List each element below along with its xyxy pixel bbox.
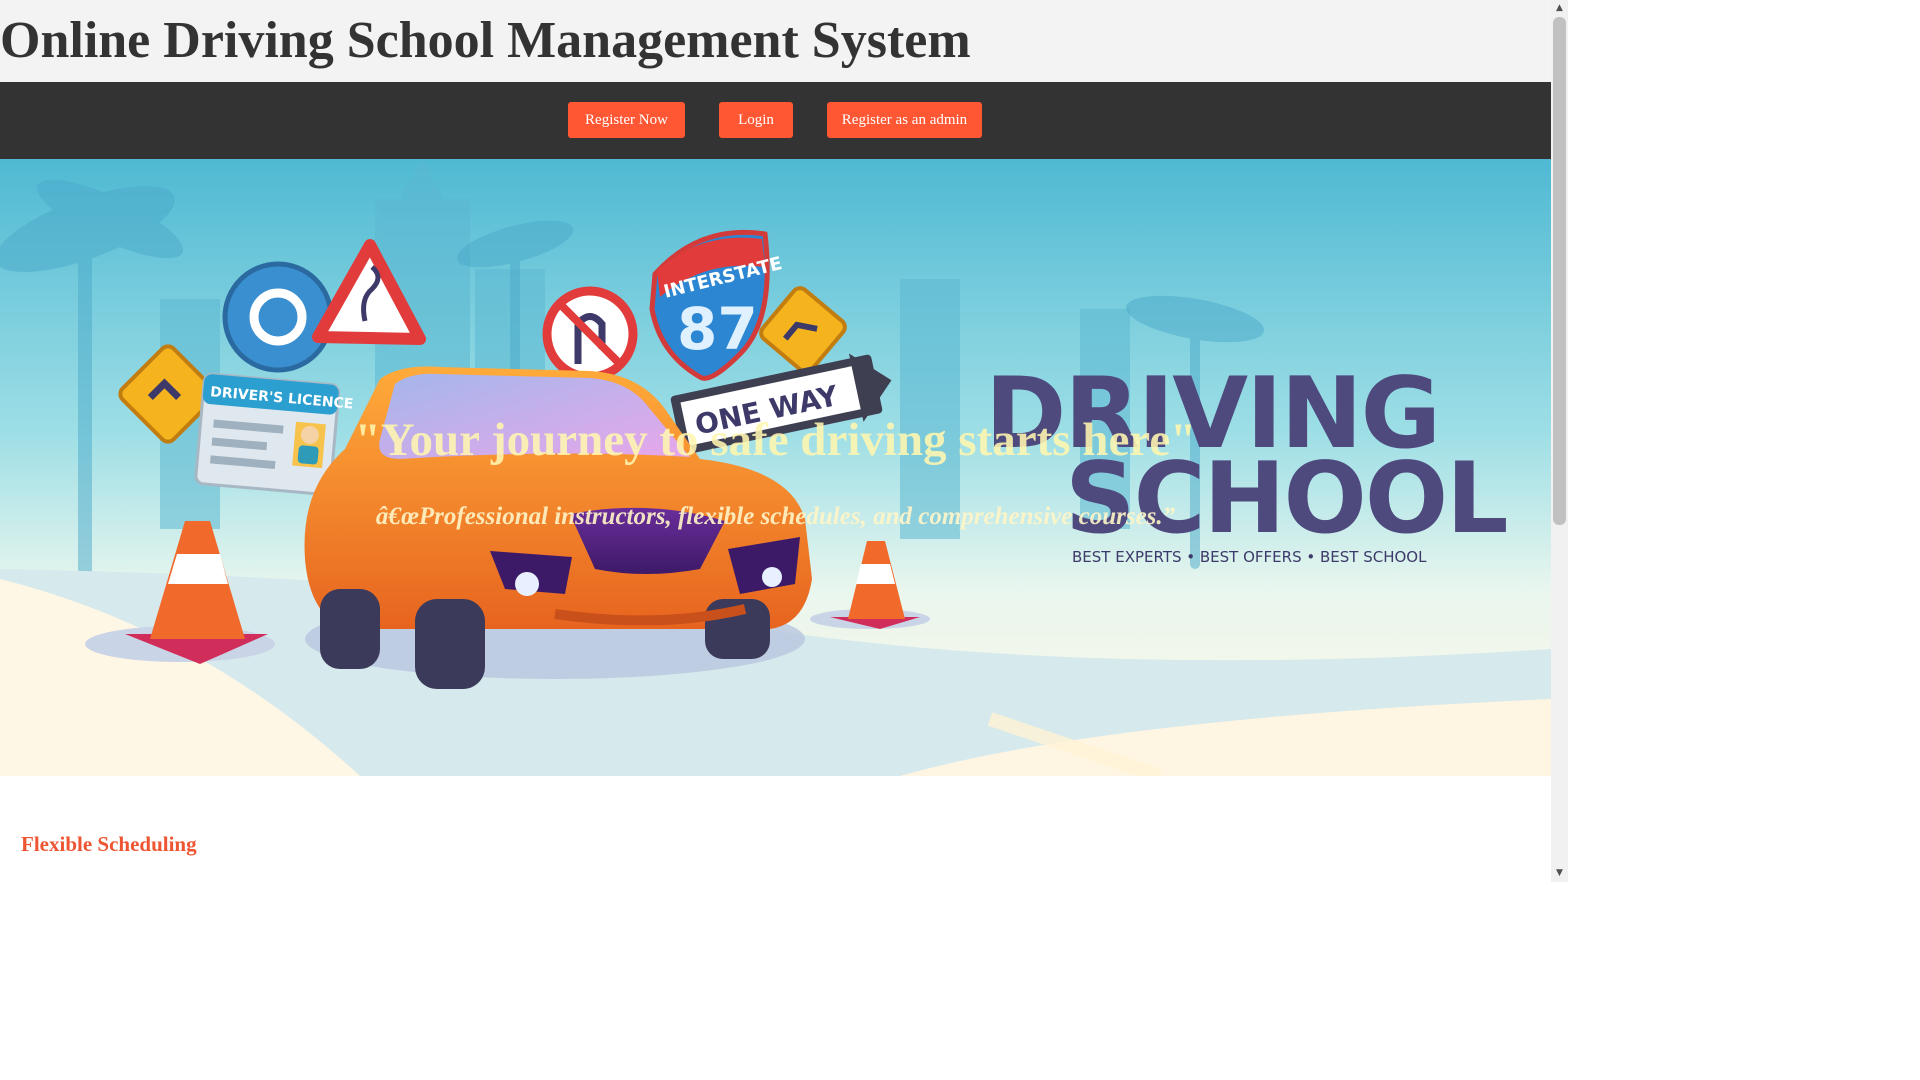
login-button[interactable]: Login bbox=[719, 102, 793, 138]
hero-banner: DRIVER'S LICENCE INTERSTATE 87 ONE WAY D… bbox=[0, 159, 1551, 776]
site-header: Online Driving School Management System bbox=[0, 0, 1551, 82]
sign-roundabout bbox=[222, 261, 334, 373]
scroll-down-icon[interactable]: ▼ bbox=[1551, 865, 1568, 882]
interstate-number: 87 bbox=[677, 295, 758, 363]
register-now-button[interactable]: Register Now bbox=[568, 102, 685, 138]
main-navbar: Register Now Login Register as an admin bbox=[0, 82, 1551, 159]
sign-no-u-turn bbox=[542, 286, 638, 382]
scroll-up-icon[interactable]: ▲ bbox=[1551, 0, 1568, 17]
site-title: Online Driving School Management System bbox=[0, 12, 971, 69]
feature-title-flexible-scheduling: Flexible Scheduling bbox=[21, 832, 197, 856]
scrollbar-thumb[interactable] bbox=[1553, 17, 1566, 525]
banner-tagline: BEST EXPERTS • BEST OFFERS • BEST SCHOOL bbox=[1072, 548, 1427, 566]
register-admin-button[interactable]: Register as an admin bbox=[827, 102, 982, 138]
hero-subheadline: â€œProfessional instructors, flexible sc… bbox=[375, 503, 1176, 530]
hero-headline: "Your journey to safe driving starts her… bbox=[354, 414, 1197, 466]
